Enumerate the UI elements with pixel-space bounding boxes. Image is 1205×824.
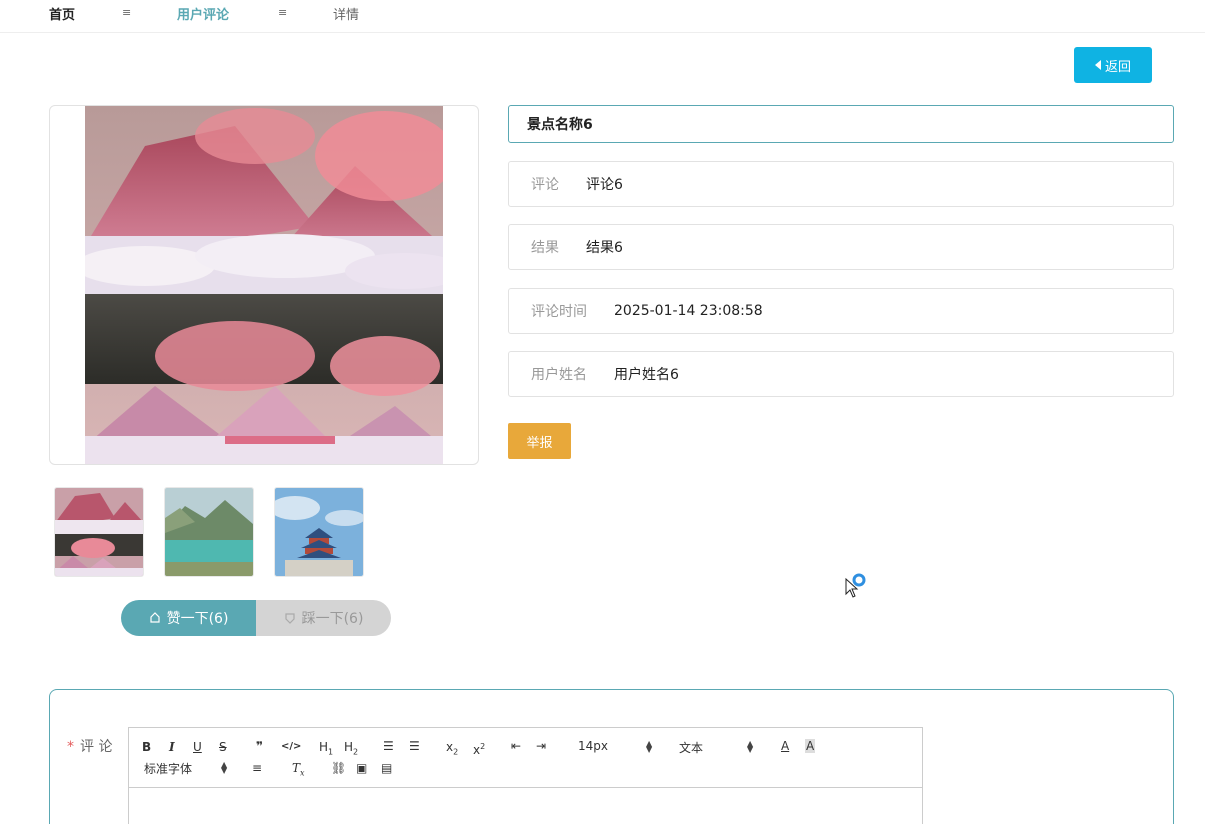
comment-field-row: 评论 评论6 — [508, 161, 1174, 207]
updown-chevron-icon: ▲ ▼ — [747, 739, 754, 754]
mouse-cursor-busy-icon — [845, 573, 866, 598]
comment-time-field-value: 2025-01-14 23:08:58 — [614, 303, 763, 319]
dislike-button[interactable]: 踩一下(6) — [256, 600, 391, 636]
comment-time-field-label: 评论时间 — [531, 304, 587, 320]
breadcrumb-nav: 首页 ≡ 用户评论 ≡ 详情 — [0, 0, 1205, 33]
comment-time-field-row: 评论时间 2025-01-14 23:08:58 — [508, 288, 1174, 334]
header-1-icon[interactable]: H1 — [319, 740, 333, 759]
font-family-picker-value: 标准字体 — [144, 762, 193, 776]
blockquote-icon[interactable]: ❞ — [256, 739, 263, 753]
indent-icon[interactable]: ⇥ — [536, 739, 546, 753]
thumbnail-3[interactable] — [274, 487, 364, 577]
like-button[interactable]: 赞一下(6) — [121, 600, 256, 636]
breadcrumb-separator-icon: ≡ — [122, 6, 132, 19]
username-field-label: 用户姓名 — [531, 367, 587, 383]
comment-form-label-text: 评 论 — [80, 739, 113, 755]
align-icon[interactable]: ≡ — [252, 761, 262, 775]
main-image — [85, 106, 443, 464]
comment-field-label: 评论 — [531, 177, 559, 193]
comment-form-label: * 评 论 — [67, 736, 112, 756]
temple-thumbnail-image — [275, 488, 363, 576]
font-family-picker[interactable]: 标准字体 ▲ ▼ — [144, 760, 232, 777]
breadcrumb-comments[interactable]: 用户评论 — [177, 4, 229, 23]
code-block-icon[interactable]: </> — [281, 740, 301, 754]
back-button-label: 返回 — [1104, 59, 1131, 75]
attraction-name-field: 景点名称6 — [508, 105, 1174, 143]
breadcrumb-separator-icon: ≡ — [278, 6, 288, 19]
font-size-picker-value: 14px — [578, 739, 608, 753]
required-mark: * — [67, 739, 74, 755]
thumbs-up-icon — [149, 612, 160, 623]
superscript-icon[interactable]: x2 — [473, 740, 485, 757]
header-picker-value: 文本 — [679, 741, 704, 755]
updown-chevron-icon: ▲ ▼ — [646, 739, 653, 754]
bullet-list-icon[interactable]: ☰ — [409, 739, 420, 753]
text-color-icon[interactable]: A — [781, 739, 789, 753]
report-button[interactable]: 举报 — [508, 423, 571, 459]
breadcrumb-home[interactable]: 首页 — [49, 4, 75, 23]
result-field-value: 结果6 — [586, 240, 623, 256]
main-image-frame — [49, 105, 479, 465]
ordered-list-icon[interactable]: ☰ — [383, 739, 394, 753]
username-field-row: 用户姓名 用户姓名6 — [508, 351, 1174, 397]
thumbnail-2[interactable] — [164, 487, 254, 577]
rich-text-editor: B I U S ❞ </> H1 H2 ☰ ☰ x2 x2 ⇤ ⇥ 14px ▲… — [128, 727, 923, 824]
outdent-icon[interactable]: ⇤ — [511, 739, 521, 753]
header-picker[interactable]: 文本 ▲ ▼ — [679, 739, 755, 756]
subscript-icon[interactable]: x2 — [446, 740, 458, 759]
link-icon[interactable]: ⛓ — [331, 761, 346, 775]
comment-field-value: 评论6 — [586, 177, 623, 193]
volcano-landscape-image — [85, 106, 443, 464]
clear-format-icon[interactable]: Tx — [292, 761, 305, 780]
updown-chevron-icon: ▲ ▼ — [221, 760, 228, 775]
italic-icon[interactable]: I — [169, 740, 175, 754]
result-field-row: 结果 结果6 — [508, 224, 1174, 270]
header-2-icon[interactable]: H2 — [344, 740, 358, 759]
strikethrough-icon[interactable]: S — [219, 740, 227, 754]
dislike-button-label: 踩一下(6) — [301, 611, 364, 627]
back-button[interactable]: 返回 — [1074, 47, 1152, 83]
video-icon[interactable]: ▤ — [381, 761, 392, 775]
bold-icon[interactable]: B — [142, 740, 151, 754]
editor-toolbar: B I U S ❞ </> H1 H2 ☰ ☰ x2 x2 ⇤ ⇥ 14px ▲… — [129, 728, 922, 788]
background-color-icon[interactable]: A — [805, 739, 816, 753]
result-field-label: 结果 — [531, 240, 559, 256]
lake-thumbnail-image — [165, 488, 253, 576]
vote-group: 赞一下(6) 踩一下(6) — [121, 600, 391, 636]
thumbnail-1[interactable] — [54, 487, 144, 577]
like-button-label: 赞一下(6) — [166, 611, 229, 627]
image-icon[interactable]: ▣ — [356, 761, 367, 775]
editor-content-area[interactable] — [129, 788, 922, 824]
volcano-thumbnail-image — [55, 488, 143, 576]
underline-icon[interactable]: U — [193, 740, 202, 754]
thumbs-down-icon — [284, 613, 295, 624]
breadcrumb-detail: 详情 — [333, 8, 360, 23]
username-field-value: 用户姓名6 — [614, 367, 679, 383]
font-size-picker[interactable]: 14px ▲ ▼ — [578, 739, 654, 755]
caret-left-icon — [1094, 60, 1101, 70]
